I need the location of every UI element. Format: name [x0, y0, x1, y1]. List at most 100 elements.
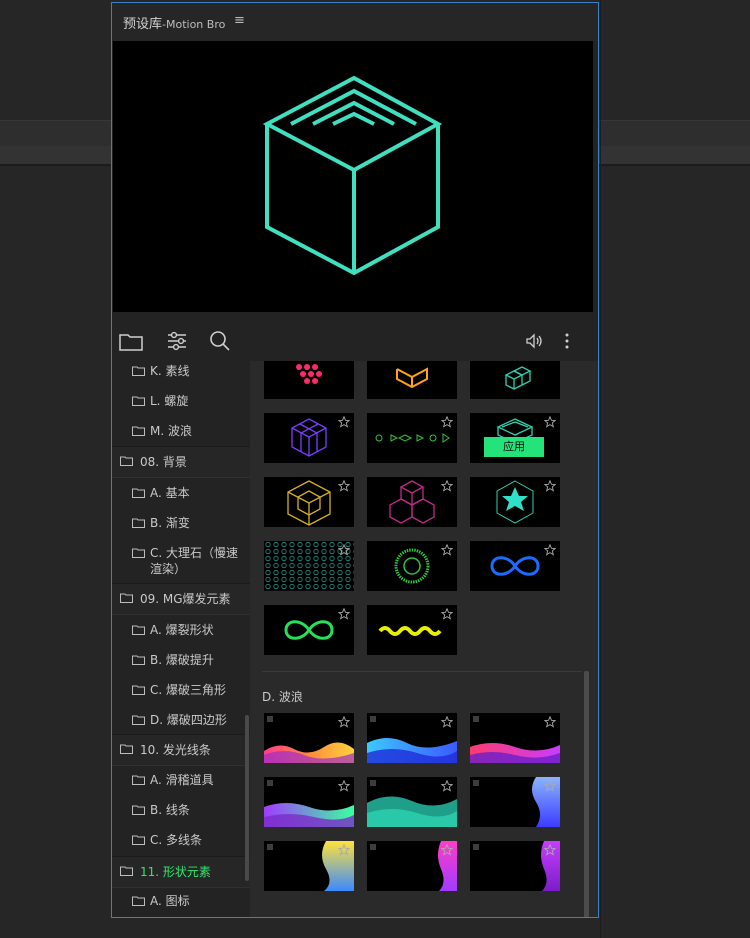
preset-thumb-green-arrows[interactable] [367, 413, 457, 463]
favorite-star-icon[interactable] [544, 780, 556, 792]
preset-thumb-green-infinity[interactable] [264, 605, 354, 655]
favorite-star-icon[interactable] [338, 844, 350, 856]
tree-item-label: A. 爆裂形状 [150, 623, 214, 637]
favorite-star-icon[interactable] [544, 416, 556, 428]
preset-thumb-wave-yellow[interactable] [264, 841, 354, 891]
favorite-star-icon[interactable] [544, 716, 556, 728]
favorite-star-icon[interactable] [544, 544, 556, 556]
category-tree: K. 素线 L. 螺旋 M. 波浪 08. 背景 A. 基本 B. 渐变 C. … [112, 361, 250, 917]
tree-item-09d[interactable]: D. 爆破四边形 [112, 712, 250, 730]
preset-thumb-wave-pink[interactable] [367, 841, 457, 891]
preset-thumb-wave-purple-green[interactable] [264, 777, 354, 827]
folder-icon [132, 547, 145, 558]
tree-scrollbar[interactable] [245, 715, 249, 881]
list-icon [370, 716, 376, 723]
isometric-cube-preview [262, 75, 443, 276]
search-icon[interactable] [208, 329, 234, 353]
tree-item-08c[interactable]: C. 大理石（慢速 渲染） [112, 545, 250, 581]
favorite-star-icon[interactable] [544, 844, 556, 856]
preset-thumb-orange-cube[interactable] [367, 361, 457, 399]
folder-icon [132, 654, 145, 665]
preset-thumb-teal-star[interactable] [470, 477, 560, 527]
tree-item-label: C. 大理石（慢速 [150, 546, 239, 560]
list-icon [370, 780, 376, 787]
background-divider-vertical [600, 0, 601, 938]
preset-thumb-wave-vertical-blue[interactable] [470, 777, 560, 827]
tree-category-09[interactable]: 09. MG爆发元素 [112, 583, 250, 615]
preset-grid: 应用 D. 波浪 [250, 361, 598, 917]
folder-open-icon [120, 592, 133, 603]
preset-thumb-teal-stack-hover[interactable]: 应用 [470, 413, 560, 463]
list-icon [473, 716, 479, 723]
tree-item-m[interactable]: M. 波浪 [112, 423, 250, 441]
apply-button[interactable]: 应用 [484, 437, 544, 457]
preset-thumb-teal-cubes[interactable] [470, 361, 560, 399]
preset-thumb-magenta-cubes[interactable] [367, 477, 457, 527]
preset-thumb-wave-violet[interactable] [470, 841, 560, 891]
tree-item-label: A. 滑稽道具 [150, 773, 214, 787]
list-icon [267, 780, 273, 787]
list-icon [473, 844, 479, 851]
preset-thumb-yellow-wave[interactable] [367, 605, 457, 655]
preset-thumb-wave-teal[interactable] [367, 777, 457, 827]
preset-thumb-blue-infinity[interactable] [470, 541, 560, 591]
preset-thumb-wave-warm[interactable] [264, 713, 354, 763]
sliders-icon[interactable] [165, 329, 191, 353]
folder-open-icon [120, 743, 133, 754]
preset-thumb-green-ring[interactable] [367, 541, 457, 591]
tree-item-09b[interactable]: B. 爆破提升 [112, 652, 250, 670]
favorite-star-icon[interactable] [441, 780, 453, 792]
tree-item-10c[interactable]: C. 多线条 [112, 832, 250, 850]
panel-menu-icon[interactable]: ≡ [234, 14, 245, 28]
tree-item-label: 渲染） [150, 562, 187, 576]
more-vertical-icon[interactable] [558, 329, 584, 353]
folder-icon [132, 395, 145, 406]
tree-item-08a[interactable]: A. 基本 [112, 485, 250, 503]
favorite-star-icon[interactable] [338, 716, 350, 728]
panel-title-bar: 预设库-Motion Bro ≡ [112, 3, 598, 41]
tree-category-10[interactable]: 10. 发光线条 [112, 734, 250, 766]
speaker-icon[interactable] [522, 329, 548, 353]
favorite-star-icon[interactable] [338, 480, 350, 492]
preset-thumb-teal-pattern[interactable] [264, 541, 354, 591]
folder-icon[interactable] [118, 329, 144, 353]
tree-item-l[interactable]: L. 螺旋 [112, 393, 250, 411]
list-icon [473, 780, 479, 787]
tree-item-09a[interactable]: A. 爆裂形状 [112, 622, 250, 640]
favorite-star-icon[interactable] [441, 416, 453, 428]
favorite-star-icon[interactable] [338, 544, 350, 556]
folder-icon [132, 684, 145, 695]
folder-icon [132, 365, 145, 376]
favorite-star-icon[interactable] [544, 480, 556, 492]
favorite-star-icon[interactable] [441, 844, 453, 856]
tree-item-09c[interactable]: C. 爆破三角形 [112, 682, 250, 700]
tree-item-k[interactable]: K. 素线 [112, 363, 250, 381]
tree-item-10b[interactable]: B. 线条 [112, 802, 250, 820]
tree-item-11a[interactable]: A. 图标 [112, 893, 250, 911]
panel-title: 预设库-Motion Bro [123, 17, 226, 32]
preset-thumb-purple-cubes[interactable] [264, 413, 354, 463]
preset-thumb-wave-blue[interactable] [367, 713, 457, 763]
preset-thumb-wave-magenta[interactable] [470, 713, 560, 763]
tree-item-10a[interactable]: A. 滑稽道具 [112, 772, 250, 790]
folder-open-icon [120, 865, 133, 876]
preset-thumb-hex-dots[interactable] [264, 361, 354, 399]
favorite-star-icon[interactable] [441, 716, 453, 728]
tree-category-08[interactable]: 08. 背景 [112, 446, 250, 478]
favorite-star-icon[interactable] [338, 608, 350, 620]
favorite-star-icon[interactable] [441, 608, 453, 620]
tree-category-11[interactable]: 11. 形状元素 [112, 856, 250, 888]
favorite-star-icon[interactable] [338, 780, 350, 792]
section-divider [262, 671, 582, 672]
preset-thumb-gold-cube[interactable] [264, 477, 354, 527]
favorite-star-icon[interactable] [338, 416, 350, 428]
folder-icon [132, 895, 145, 906]
tree-item-label: B. 爆破提升 [150, 653, 214, 667]
grid-scrollbar[interactable] [584, 671, 589, 917]
folder-icon [132, 834, 145, 845]
favorite-star-icon[interactable] [441, 544, 453, 556]
tree-item-label: B. 线条 [150, 803, 190, 817]
list-icon [267, 716, 273, 723]
favorite-star-icon[interactable] [441, 480, 453, 492]
tree-item-08b[interactable]: B. 渐变 [112, 515, 250, 533]
